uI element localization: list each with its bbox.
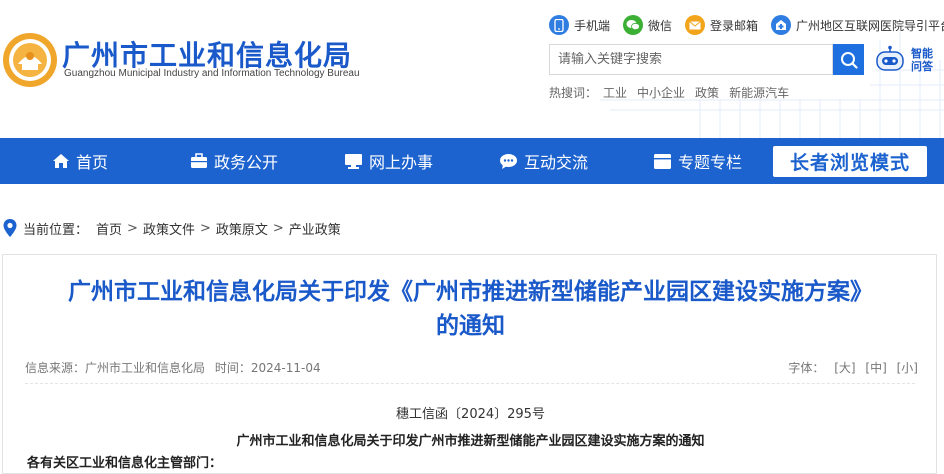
nav-item-interaction[interactable]: 互动交流 <box>499 138 588 184</box>
nav-item-label: 网上办事 <box>369 153 434 172</box>
nav-item-label: 互动交流 <box>524 153 589 172</box>
breadcrumb-item[interactable]: 政策原文 <box>216 219 268 238</box>
mail-link[interactable]: 登录邮箱 <box>685 15 758 35</box>
breadcrumb-separator: > <box>127 220 138 236</box>
wechat-link[interactable]: 微信 <box>623 15 672 35</box>
hospital-icon <box>771 15 792 35</box>
search-input[interactable] <box>558 52 832 67</box>
breadcrumb-separator: > <box>199 220 211 236</box>
source-value: 广州市工业和信息化局 <box>85 361 206 375</box>
nav-item-gov-affairs[interactable]: 政务公开 <box>190 138 278 184</box>
hospital-link[interactable]: 广州地区互联网医院导引平台 <box>771 15 944 35</box>
column-icon <box>654 153 671 169</box>
breadcrumb-item[interactable]: 首页 <box>96 219 122 238</box>
wechat-icon <box>623 15 644 35</box>
location-pin-icon <box>3 219 17 237</box>
mobile-link[interactable]: 手机端 <box>549 15 610 35</box>
nav-item-special-topics[interactable]: 专题专栏 <box>653 138 742 184</box>
home-icon <box>53 154 69 168</box>
hot-word[interactable]: 政策 <box>695 84 719 101</box>
nav-item-label: 专题专栏 <box>678 153 743 172</box>
elder-mode-button[interactable]: 长者浏览模式 <box>773 146 927 177</box>
site-subtitle: Guangzhou Municipal Industry and Informa… <box>64 68 360 79</box>
site-header: 广州市工业和信息化局 Guangzhou Municipal Industry … <box>0 0 944 138</box>
nav-item-label: 政务公开 <box>214 153 279 172</box>
nav-item-home[interactable]: 首页 <box>52 138 108 184</box>
robot-icon <box>876 45 904 71</box>
document-title: 广州市工业和信息化局关于印发广州市推进新型储能产业园区建设实施方案的通知 <box>236 434 705 449</box>
font-size-control: 字体： [大] [中] [小] <box>788 359 918 376</box>
smart-qa-button[interactable]: 智能 问答 <box>873 43 943 77</box>
article-panel: 广州市工业和信息化局关于印发《广州市推进新型储能产业园区建设实施方案》 的通知 … <box>2 254 937 474</box>
source-label: 信息来源： <box>25 361 86 375</box>
nav-item-online-service[interactable]: 网上办事 <box>344 138 433 184</box>
mail-link-label: 登录邮箱 <box>710 18 759 33</box>
search-button[interactable] <box>833 44 864 75</box>
font-size-medium[interactable]: [中] <box>865 361 886 375</box>
chat-icon <box>500 153 517 169</box>
top-links: 手机端 微信 登录邮箱 广州地区互联网医院导引平台 <box>549 12 944 38</box>
hot-words-label: 热搜词： <box>549 86 598 100</box>
breadcrumb-item[interactable]: 产业政策 <box>289 219 341 238</box>
briefcase-icon <box>191 153 207 168</box>
search-icon <box>840 51 858 69</box>
mobile-link-label: 手机端 <box>574 18 611 33</box>
mobile-icon <box>549 15 569 35</box>
time-label: 时间： <box>214 361 251 375</box>
document-salutation: 各有关区工业和信息化主管部门： <box>27 456 223 471</box>
article-title-line: 的通知 <box>436 313 505 339</box>
smart-qa-label: 智能 问答 <box>911 47 933 73</box>
hot-word[interactable]: 新能源汽车 <box>729 84 789 101</box>
article-title-line: 广州市工业和信息化局关于印发《广州市推进新型储能产业园区建设实施方案》 <box>68 279 873 305</box>
hospital-link-label: 广州地区互联网医院导引平台 <box>796 18 944 33</box>
article-meta: 信息来源：广州市工业和信息化局 时间：2024-11-04 <box>25 359 321 376</box>
document-number: 穗工信函〔2024〕295号 <box>396 407 545 422</box>
breadcrumb-label: 当前位置： <box>23 222 89 238</box>
font-size-label: 字体： <box>788 361 825 375</box>
font-size-large[interactable]: [大] <box>834 361 855 375</box>
breadcrumb-separator: > <box>272 220 284 236</box>
monitor-icon <box>345 153 362 169</box>
breadcrumb: 当前位置： 首页 > 政策文件 > 政策原文 > 产业政策 <box>2 216 341 240</box>
article-title: 广州市工业和信息化局关于印发《广州市推进新型储能产业园区建设实施方案》 的通知 <box>3 275 938 343</box>
font-size-small[interactable]: [小] <box>897 361 918 375</box>
bureau-logo <box>3 33 57 87</box>
mail-icon <box>685 15 706 35</box>
nav-item-label: 首页 <box>76 153 109 172</box>
hot-word[interactable]: 中小企业 <box>637 84 685 101</box>
breadcrumb-item[interactable]: 政策文件 <box>143 219 195 238</box>
hot-words: 热搜词： 工业 中小企业 政策 新能源汽车 <box>549 84 799 101</box>
search-field <box>549 44 833 75</box>
time-value: 2024-11-04 <box>250 361 321 375</box>
meta-divider <box>25 383 915 384</box>
wechat-link-label: 微信 <box>648 18 673 33</box>
hot-word[interactable]: 工业 <box>603 84 627 101</box>
